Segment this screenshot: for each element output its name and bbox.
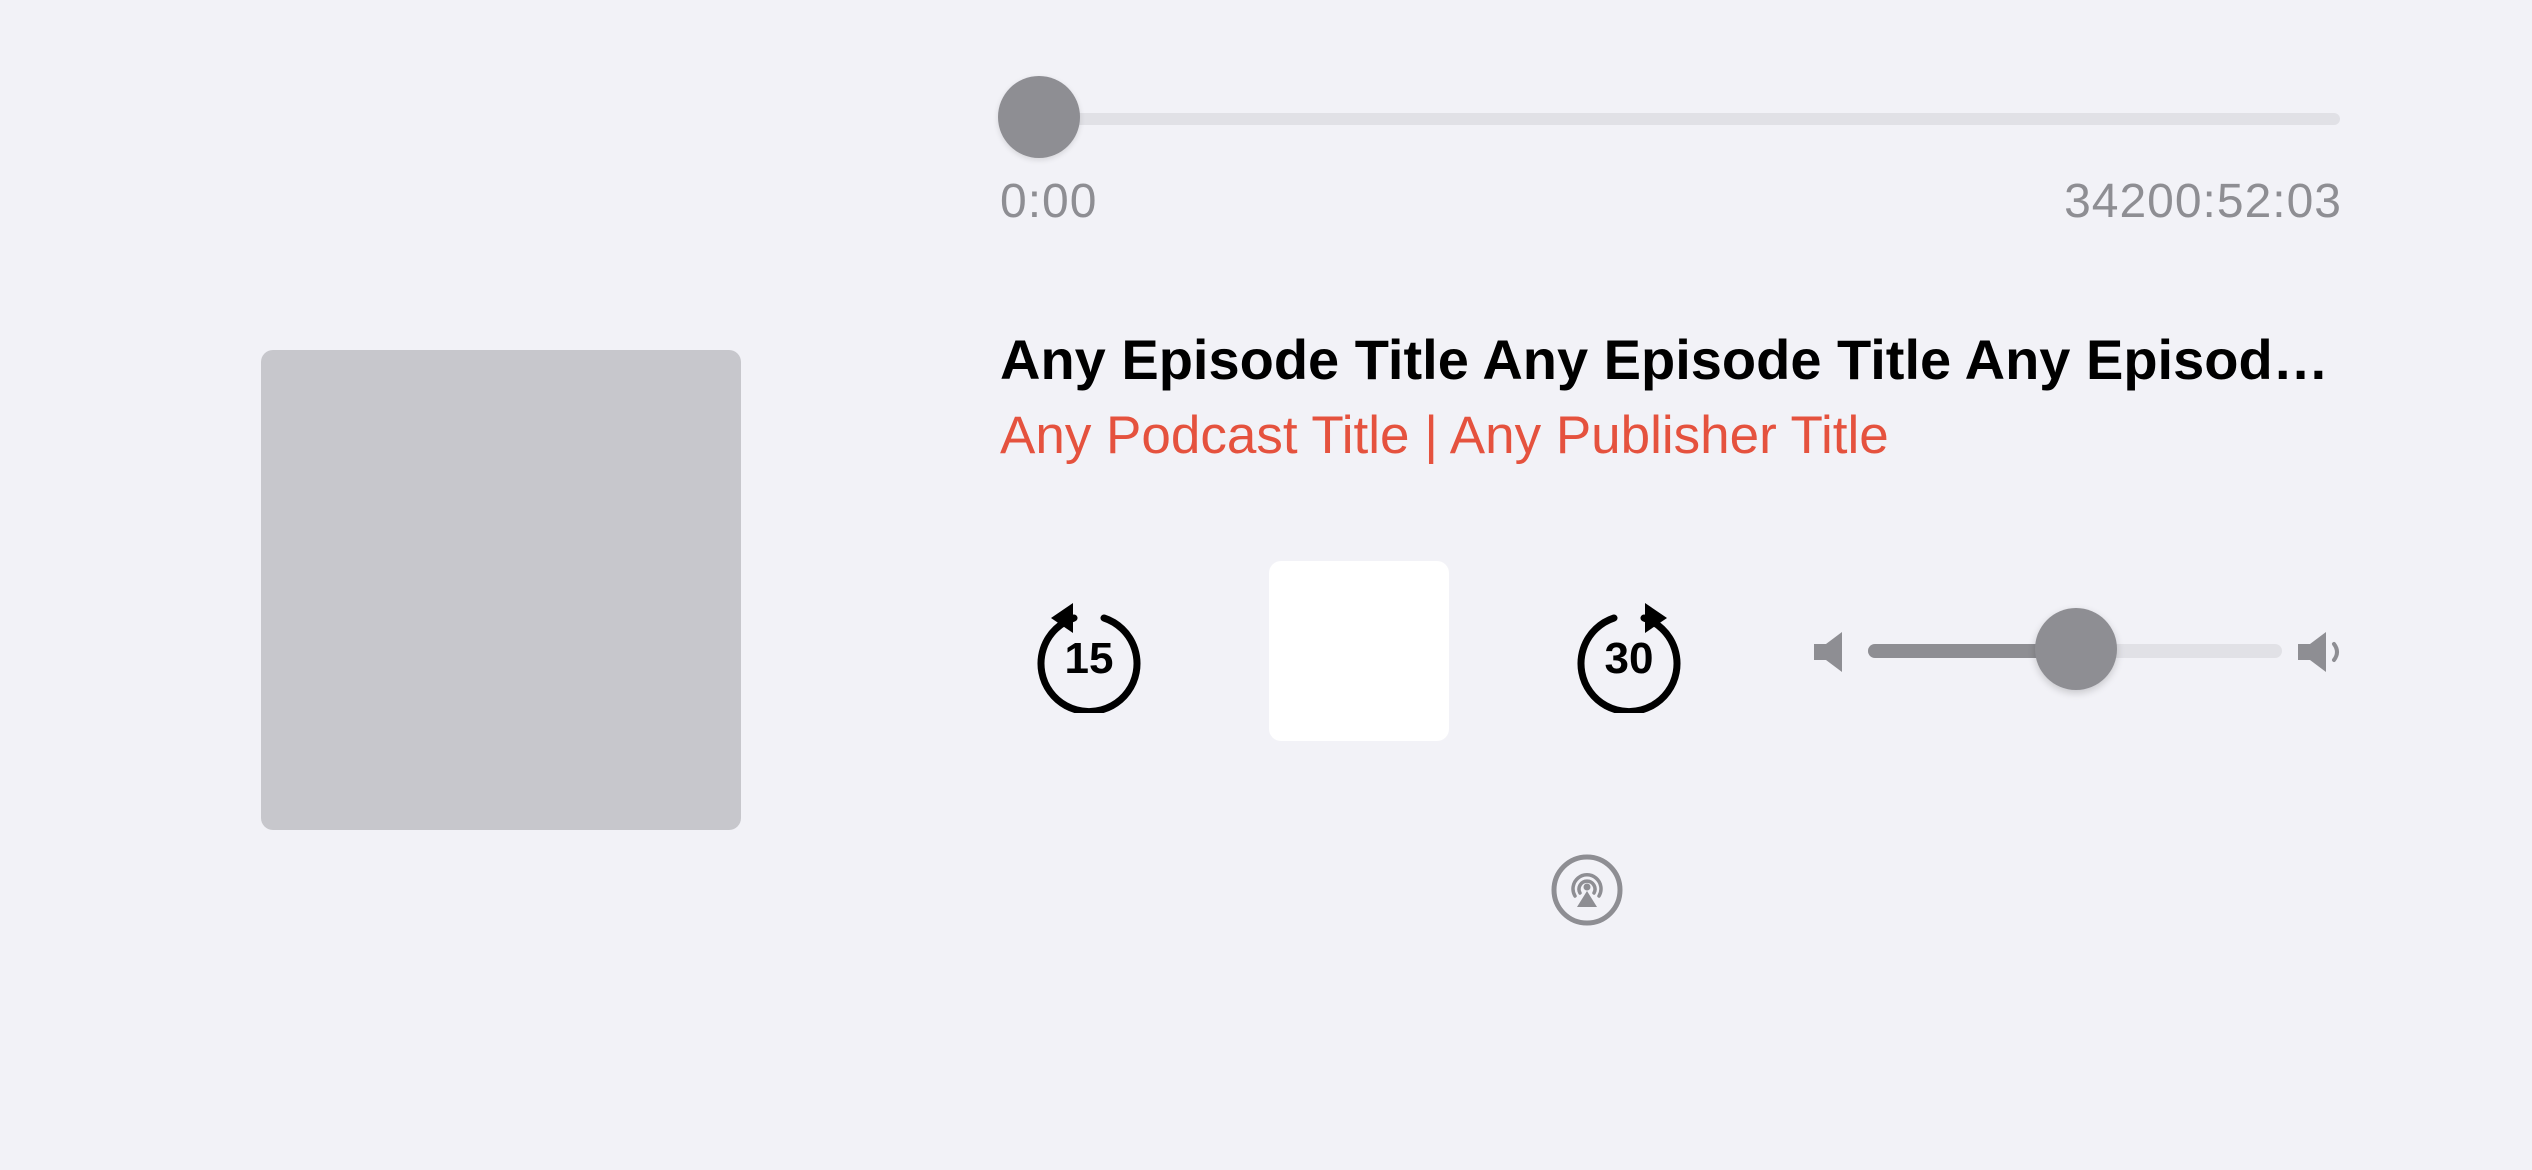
- gobackward-15-icon: 15: [1037, 603, 1141, 716]
- playback-scrubber-knob[interactable]: [998, 76, 1080, 158]
- skip-forward-label: 30: [1605, 634, 1654, 683]
- goforward-30-icon: 30: [1577, 603, 1681, 716]
- volume-slider-knob[interactable]: [2035, 608, 2117, 690]
- skip-forward-button[interactable]: 30: [1569, 593, 1689, 716]
- speaker-high-icon: [2298, 632, 2339, 672]
- play-pause-button[interactable]: [1269, 561, 1449, 741]
- remaining-time: 34200:52:03: [2064, 175, 2342, 228]
- airplay-button[interactable]: [1550, 853, 1624, 927]
- skip-back-button[interactable]: 15: [1029, 593, 1149, 716]
- speaker-low-icon: [1814, 632, 1842, 672]
- episode-title: Any Episode Title Any Episode Title Any …: [1000, 328, 2340, 391]
- skip-back-label: 15: [1065, 634, 1114, 683]
- airplay-audio-icon: [1551, 854, 1623, 926]
- episode-artwork: [261, 350, 741, 830]
- volume-slider-fill: [1868, 644, 2047, 658]
- podcast-publisher-link[interactable]: Any Podcast Title | Any Publisher Title: [1000, 403, 2340, 469]
- elapsed-time: 0:00: [1000, 175, 1098, 228]
- playback-scrubber-track[interactable]: [1000, 113, 2340, 125]
